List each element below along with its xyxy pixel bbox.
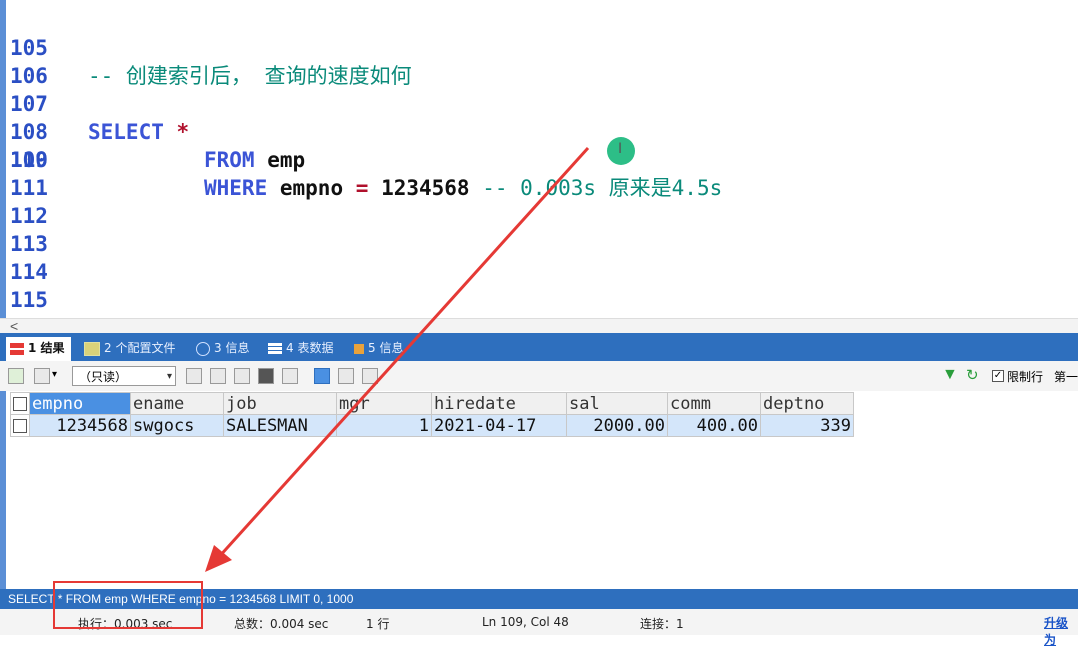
sql-identifier: empno bbox=[279, 176, 344, 200]
highlight-box bbox=[53, 581, 203, 629]
info-icon bbox=[196, 341, 210, 356]
mouse-cursor-highlight: I bbox=[607, 137, 635, 165]
duplicate-row-icon[interactable] bbox=[210, 368, 226, 384]
profile-icon bbox=[84, 341, 100, 356]
tab-results[interactable]: 1 结果 bbox=[6, 337, 71, 361]
cell-comm[interactable]: 400.00 bbox=[667, 414, 761, 437]
sql-comment: -- 0.003s 原来是4.5s bbox=[482, 176, 723, 200]
import-icon[interactable] bbox=[34, 368, 50, 384]
chevron-down-icon[interactable]: ▾ bbox=[52, 369, 57, 380]
save-icon[interactable] bbox=[234, 368, 250, 384]
line-number: 113 bbox=[10, 232, 48, 256]
cell-sal[interactable]: 2000.00 bbox=[566, 414, 668, 437]
limit-rows-label: 限制行 bbox=[1007, 370, 1044, 384]
sql-comment: -- 创建索引后， 查询的速度如何 bbox=[88, 64, 412, 88]
line-number: 111 bbox=[10, 176, 48, 200]
line-number: 110 bbox=[10, 148, 48, 172]
line-number: 114 bbox=[10, 260, 48, 284]
cell-deptno[interactable]: 339 bbox=[760, 414, 854, 437]
column-header[interactable]: mgr bbox=[336, 392, 432, 415]
tab-table-data[interactable]: 4 表数据 bbox=[268, 337, 333, 359]
row-checkbox[interactable] bbox=[10, 414, 30, 437]
tab-profiles[interactable]: 2 个配置文件 bbox=[84, 337, 175, 359]
export-icon[interactable] bbox=[8, 368, 24, 384]
cell-mgr[interactable]: 1 bbox=[336, 414, 432, 437]
editor-line: 105 -- 创建索引后， 查询的速度如何 bbox=[6, 6, 412, 88]
column-header[interactable]: sal bbox=[566, 392, 668, 415]
chevron-down-icon: ▾ bbox=[166, 371, 172, 382]
insert-row-icon[interactable] bbox=[186, 368, 202, 384]
cell-empno[interactable]: 1234568 bbox=[29, 414, 131, 437]
table-row[interactable]: 1234568 swgocs SALESMAN 1 2021-04-17 200… bbox=[10, 414, 854, 437]
row-count: 1 行 bbox=[366, 617, 390, 631]
cell-ename[interactable]: swgocs bbox=[130, 414, 224, 437]
form-view-icon[interactable] bbox=[338, 368, 354, 384]
column-header[interactable]: job bbox=[223, 392, 337, 415]
result-table: empno ename job mgr hiredate sal comm de… bbox=[10, 392, 854, 437]
result-tabs: 1 结果 2 个配置文件 3 信息 4 表数据 5 信息 bbox=[0, 333, 1078, 361]
line-number: 115 bbox=[10, 288, 48, 312]
sql-keyword: FROM bbox=[204, 148, 255, 172]
column-header[interactable]: deptno bbox=[760, 392, 854, 415]
reset-icon[interactable]: ↻ bbox=[966, 366, 979, 384]
tab-messages[interactable]: 5 信息 bbox=[354, 337, 403, 359]
total-time: 总数：0.004 sec bbox=[234, 617, 329, 631]
delete-icon[interactable] bbox=[258, 368, 274, 384]
cell-hiredate[interactable]: 2021-04-17 bbox=[431, 414, 567, 437]
editor-line: 107 SELECT * bbox=[6, 62, 189, 144]
message-icon bbox=[354, 343, 364, 354]
upgrade-link[interactable]: 升级为 bbox=[1044, 614, 1078, 648]
sql-keyword: WHERE bbox=[204, 176, 268, 200]
connection-count: 连接：1 bbox=[640, 617, 684, 631]
horizontal-scrollbar[interactable]: < bbox=[0, 318, 1078, 334]
column-header[interactable]: comm bbox=[667, 392, 761, 415]
editor-line: 108 FROM emp bbox=[6, 90, 305, 172]
editor-line: 106 bbox=[6, 34, 57, 88]
sql-operator: * bbox=[176, 120, 190, 144]
scroll-left-icon[interactable]: < bbox=[10, 318, 18, 334]
sql-editor[interactable]: 105 -- 创建索引后， 查询的速度如何 106 107 SELECT * 1… bbox=[0, 0, 1078, 318]
grid-view-icon[interactable] bbox=[314, 368, 330, 384]
sql-keyword: SELECT bbox=[88, 120, 164, 144]
column-header[interactable]: ename bbox=[130, 392, 224, 415]
result-grid: empno ename job mgr hiredate sal comm de… bbox=[0, 391, 1078, 589]
column-header[interactable]: hiredate bbox=[431, 392, 567, 415]
filter-icon[interactable]: ▼ bbox=[942, 366, 958, 384]
column-header[interactable]: empno bbox=[29, 392, 131, 415]
readonly-select[interactable]: （只读） ▾ bbox=[72, 366, 176, 386]
text-view-icon[interactable] bbox=[362, 368, 378, 384]
select-all-checkbox[interactable] bbox=[10, 392, 30, 415]
result-toolbar: ▾ （只读） ▾ ▼ ↻ ✓ 限制行 第一 bbox=[0, 361, 1078, 392]
tab-info[interactable]: 3 信息 bbox=[196, 337, 249, 359]
sql-operator: = bbox=[355, 176, 369, 200]
table-icon bbox=[10, 342, 24, 355]
header-row: empno ename job mgr hiredate sal comm de… bbox=[10, 392, 854, 415]
cell-job[interactable]: SALESMAN bbox=[223, 414, 337, 437]
editor-line: 109 WHERE empno = 1234568 -- 0.003s 原来是4… bbox=[6, 118, 722, 200]
cursor-position: Ln 109, Col 48 bbox=[482, 615, 569, 629]
refresh-icon[interactable] bbox=[282, 368, 298, 384]
first-row-label: 第一 bbox=[1054, 370, 1078, 384]
limit-rows-checkbox[interactable]: ✓ bbox=[992, 370, 1004, 382]
text-cursor-icon: I bbox=[618, 141, 623, 157]
sql-number: 1234568 bbox=[381, 176, 470, 200]
line-number: 112 bbox=[10, 204, 48, 228]
grid-icon bbox=[268, 342, 282, 355]
sql-identifier: emp bbox=[267, 148, 306, 172]
